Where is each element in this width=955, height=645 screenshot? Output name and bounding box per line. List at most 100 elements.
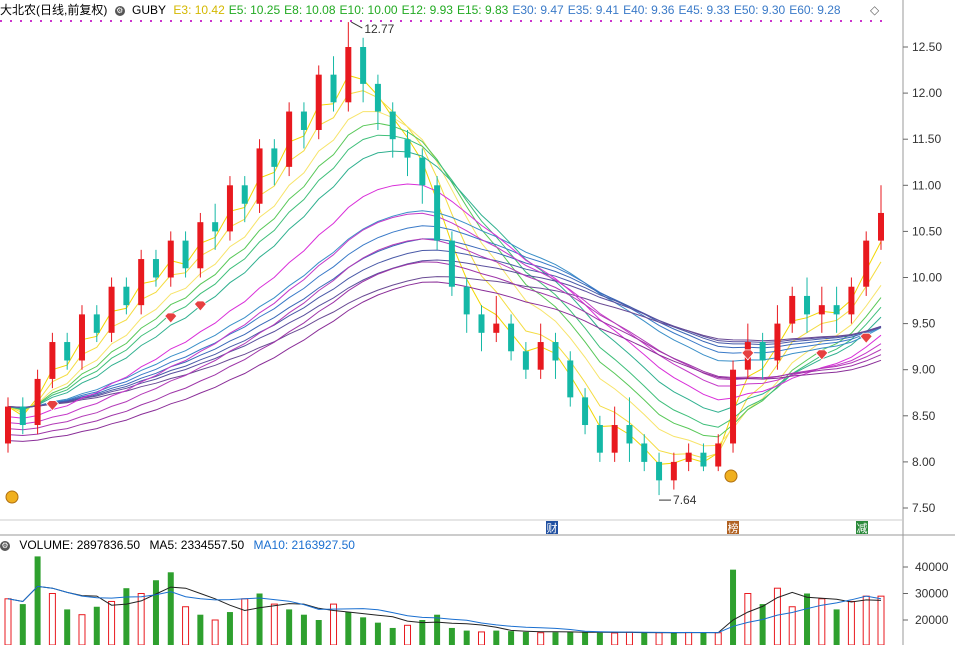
kline-chart: 12.50 12.00 11.50 11.00 10.50 10.00 9.50 9.00 8.… bbox=[0, 0, 955, 645]
candle-body bbox=[774, 323, 781, 361]
volume-tick-label: 20000 bbox=[915, 613, 949, 627]
volume-bar bbox=[744, 593, 752, 645]
volume-bar bbox=[300, 614, 307, 645]
volume-bar bbox=[404, 624, 412, 645]
candle-body bbox=[19, 406, 26, 426]
candle-body bbox=[759, 342, 766, 361]
volume-bar bbox=[552, 632, 559, 645]
candle-body bbox=[271, 148, 278, 167]
candle-body bbox=[360, 47, 367, 84]
candle-body bbox=[5, 406, 11, 444]
candle-body bbox=[463, 286, 470, 315]
volume-bar bbox=[508, 631, 515, 645]
low-label: 7.64 bbox=[673, 493, 697, 507]
high-label: 12.77 bbox=[364, 22, 394, 36]
candle-body bbox=[374, 83, 381, 112]
candle-body bbox=[256, 148, 263, 204]
gem-icon bbox=[45, 400, 59, 412]
candle-body bbox=[596, 425, 603, 453]
candle-body bbox=[508, 323, 515, 352]
money-bag-icon bbox=[5, 490, 19, 504]
volume-bar bbox=[108, 600, 116, 645]
volume-bar bbox=[211, 619, 219, 645]
price-tick-label: 7.50 bbox=[912, 501, 936, 515]
candle-body bbox=[700, 452, 707, 467]
candle-body bbox=[152, 259, 159, 278]
volume-bar bbox=[714, 632, 722, 645]
gem-icon bbox=[859, 332, 873, 344]
gem-icon bbox=[741, 349, 755, 361]
price-tick-label: 8.00 bbox=[912, 455, 936, 469]
volume-bar bbox=[64, 609, 71, 645]
volume-bar bbox=[804, 593, 811, 645]
volume-bar bbox=[48, 593, 56, 645]
candle-body bbox=[833, 305, 840, 315]
money-bag-icon bbox=[724, 469, 738, 483]
candle-body bbox=[478, 314, 485, 333]
candle-body bbox=[552, 342, 559, 361]
volume-bar bbox=[286, 609, 293, 645]
volume-bar bbox=[625, 631, 633, 645]
volume-bar bbox=[19, 604, 26, 645]
candle-body bbox=[93, 314, 100, 333]
volume-tick-label: 30000 bbox=[915, 587, 949, 601]
envelope-line bbox=[7, 212, 882, 425]
price-tick-label: 9.00 bbox=[912, 363, 936, 377]
price-tick-label: 12.50 bbox=[912, 40, 942, 54]
candle-body bbox=[848, 286, 855, 315]
price-tick-label: 9.50 bbox=[912, 317, 936, 331]
volume-bar bbox=[596, 632, 603, 645]
candle-body bbox=[34, 378, 41, 426]
candle-body bbox=[730, 369, 737, 444]
price-tick-label: 10.50 bbox=[912, 224, 942, 238]
event-tag-label: 榜 bbox=[728, 521, 739, 535]
volume-bar bbox=[730, 569, 737, 645]
candle-body bbox=[64, 342, 71, 361]
candle-body bbox=[404, 139, 411, 158]
volume-bar bbox=[4, 598, 12, 645]
candle-body bbox=[878, 212, 884, 241]
candle-body bbox=[434, 185, 441, 241]
volume-bar bbox=[152, 580, 159, 645]
volume-bar bbox=[833, 609, 840, 645]
candle-body bbox=[685, 452, 692, 462]
candle-body bbox=[789, 295, 796, 324]
candle-body bbox=[863, 240, 870, 287]
price-tick-label: 8.50 bbox=[912, 409, 936, 423]
volume-bar bbox=[256, 593, 263, 645]
volume-bar bbox=[641, 632, 648, 645]
candle-body bbox=[138, 259, 145, 306]
candle-body bbox=[49, 342, 56, 379]
candle-body bbox=[567, 360, 574, 398]
event-tag-label: 减 bbox=[857, 522, 868, 535]
volume-bar bbox=[582, 632, 589, 645]
candle-body bbox=[345, 47, 352, 103]
candle-body bbox=[226, 185, 233, 232]
volume-bar bbox=[700, 632, 707, 645]
volume-bar bbox=[360, 617, 367, 645]
volume-bar bbox=[670, 632, 677, 645]
candle-body bbox=[611, 425, 618, 453]
candle-body bbox=[641, 443, 648, 462]
candle-body bbox=[493, 323, 500, 333]
candle-body bbox=[167, 240, 174, 278]
candle-body bbox=[182, 240, 189, 269]
volume-bar bbox=[493, 630, 500, 645]
candle-body bbox=[197, 222, 204, 269]
volume-bar bbox=[93, 606, 100, 645]
candle-body bbox=[212, 222, 219, 232]
volume-bar bbox=[197, 614, 204, 645]
volume-bar bbox=[419, 620, 426, 645]
candle-body bbox=[300, 111, 307, 130]
candle-body bbox=[582, 397, 589, 426]
candle-body bbox=[448, 240, 455, 287]
candle-body bbox=[670, 461, 677, 481]
price-tick-label: 11.50 bbox=[912, 132, 941, 146]
candle-body bbox=[108, 286, 115, 333]
candle-body bbox=[626, 425, 633, 444]
volume-bar bbox=[374, 622, 381, 645]
volume-bar bbox=[877, 595, 885, 645]
volume-bar bbox=[862, 595, 870, 645]
volume-bar bbox=[448, 627, 455, 645]
volume-bar bbox=[434, 614, 441, 645]
